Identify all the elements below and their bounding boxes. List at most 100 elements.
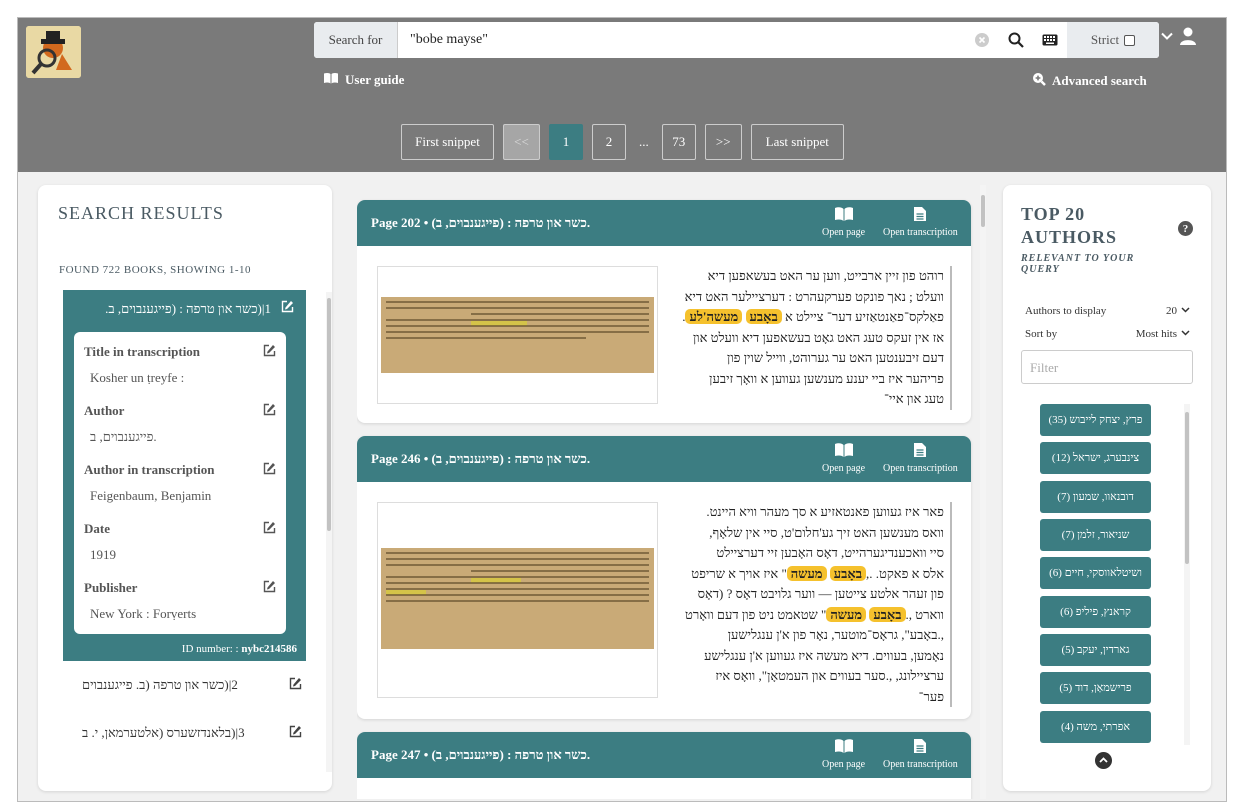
keyboard-icon[interactable] bbox=[1033, 22, 1067, 58]
author-chip[interactable]: קראנץ, פיליפ (6) bbox=[1040, 596, 1151, 628]
snippet-text-run: " שטאמט ניט פון דעם וואָרט bbox=[684, 606, 827, 622]
field-label: Author in transcription bbox=[84, 462, 215, 477]
result-details: Title in transcription Kosher un ṭreyfe … bbox=[74, 332, 286, 634]
last-snippet-button[interactable]: Last snippet bbox=[750, 124, 844, 160]
search-input[interactable] bbox=[398, 25, 965, 55]
author-chip[interactable]: פרץ, יצחק לייבוש (35) bbox=[1040, 404, 1151, 436]
first-snippet-button[interactable]: First snippet bbox=[401, 124, 494, 160]
strict-checkbox[interactable] bbox=[1124, 34, 1136, 46]
author-chip[interactable]: ושיטלאווסקי, חיים (6) bbox=[1040, 557, 1151, 589]
snippets-scrollbar[interactable] bbox=[980, 185, 986, 799]
field-title-transcription: Title in transcription Kosher un ṭreyfe … bbox=[84, 336, 276, 395]
result-item[interactable]: 2|(כשר און טרפה (ב. פייגענבוים bbox=[74, 665, 302, 705]
next-page-button[interactable]: >> bbox=[704, 124, 742, 160]
user-guide-link[interactable]: User guide bbox=[323, 72, 404, 88]
open-page-button[interactable]: Open page bbox=[822, 442, 865, 474]
clear-icon[interactable] bbox=[965, 22, 999, 58]
pagination-ellipsis: ... bbox=[639, 134, 649, 149]
open-transcription-button[interactable]: Open transcription bbox=[883, 442, 958, 474]
result-item-active[interactable]: 1|(כשר און טרפה : (פייגענבוים, ב. Title … bbox=[63, 290, 306, 661]
page-scan-image[interactable] bbox=[377, 266, 658, 404]
scrollbar-thumb[interactable] bbox=[327, 298, 331, 531]
snippet-text-run: פריהער איז ביי יענע מענשען געווען א וואָ… bbox=[709, 370, 944, 386]
author-chip[interactable]: דובנאוו, שמעון (7) bbox=[1040, 481, 1151, 513]
author-chip[interactable]: פרישמאַן, דוד (5) bbox=[1040, 672, 1151, 704]
edit-icon[interactable] bbox=[281, 300, 294, 317]
results-scrollbar[interactable] bbox=[326, 292, 332, 772]
snippet-line: אלס א פאקט. .,באָבע מעשה" איז אויך א שרי… bbox=[660, 564, 944, 585]
logo[interactable] bbox=[26, 26, 81, 78]
snippet-line: פער־ bbox=[660, 687, 944, 708]
search-icon[interactable] bbox=[999, 22, 1033, 58]
snippet-text-run: דעם זיבענטען האט ער גערוהט, ווייל שוין פ… bbox=[727, 350, 944, 365]
field-date: Date 1919 bbox=[84, 513, 276, 572]
snippet-text-run: ווארט ,. bbox=[905, 606, 944, 622]
snippet-text-run: ערציילונג, ,.סער בעווים און העמטאָן", וו… bbox=[715, 668, 944, 683]
edit-icon[interactable] bbox=[263, 580, 276, 598]
author-chip[interactable]: גארדין, יעקב (5) bbox=[1040, 634, 1151, 666]
scroll-up-icon[interactable] bbox=[1095, 752, 1112, 769]
user-icon[interactable] bbox=[1178, 26, 1198, 51]
snippet-line: טעג און איי־ bbox=[660, 389, 944, 410]
snippet-card: Page 247 • (כשר און טרפה : (פייגענבוים, … bbox=[357, 732, 971, 799]
sort-label: Sort by bbox=[1025, 328, 1058, 340]
scrollbar-thumb[interactable] bbox=[1185, 412, 1189, 564]
snippet-header: Page 202 • (כשר און טרפה : (פייגענבוים, … bbox=[357, 200, 971, 246]
snippet-text-run: פאר איז געווען פאנטאזיע א סך מעהר וויא ה… bbox=[706, 504, 944, 519]
snippet-line: פאר איז געווען פאנטאזיע א סך מעהר וויא ה… bbox=[660, 502, 944, 523]
snippet-title: Page 246 • (כשר און טרפה : (פייגענבוים, … bbox=[371, 451, 591, 466]
open-transcription-button[interactable]: Open transcription bbox=[883, 206, 958, 238]
author-chip[interactable]: שניאור, זלמן (7) bbox=[1040, 519, 1151, 551]
book-open-icon bbox=[834, 206, 854, 225]
snippet-text-run: פער־ bbox=[918, 688, 944, 704]
chevron-down-icon[interactable] bbox=[1160, 29, 1174, 48]
field-publisher: Publisher New York : Forṿerts bbox=[84, 572, 276, 631]
edit-icon[interactable] bbox=[263, 344, 276, 362]
search-bar: Search for Strict bbox=[314, 22, 1159, 58]
snippet-text-run: ,.באָבע", גראָס־מוטער, נאָר פון א'ן ענגל… bbox=[727, 627, 944, 642]
result-item[interactable]: 3|(בלאנדזשערס (אלטערמאן, י. ב bbox=[74, 713, 302, 753]
author-chip[interactable]: אפרתי, משה (4) bbox=[1040, 711, 1151, 743]
top-authors-heading: TOP 20 AUTHORS bbox=[1021, 204, 1118, 247]
page-scan-image[interactable] bbox=[377, 502, 658, 698]
page-1-button[interactable]: 1 bbox=[549, 124, 583, 160]
edit-icon[interactable] bbox=[263, 462, 276, 480]
strict-toggle[interactable]: Strict bbox=[1067, 22, 1159, 58]
snippet-text-run: נאָמען, בעווים. דיא מעשה איז געווען א'ן … bbox=[704, 647, 944, 663]
open-page-button[interactable]: Open page bbox=[822, 738, 865, 770]
field-value: 1919 bbox=[90, 547, 116, 562]
authors-display-control: Authors to display 20 bbox=[1025, 305, 1190, 317]
document-icon bbox=[913, 442, 927, 461]
advanced-search-link[interactable]: Advanced search bbox=[1032, 72, 1147, 90]
result-title-row: 1|(כשר און טרפה : (פייגענבוים, ב. bbox=[105, 300, 294, 317]
prev-page-button[interactable]: << bbox=[503, 124, 540, 160]
edit-icon[interactable] bbox=[263, 403, 276, 421]
snippet-text: רוהט פון זיין ארבייט, ווען ער האט בעשאפע… bbox=[660, 266, 952, 410]
edit-icon[interactable] bbox=[263, 521, 276, 539]
snippets-column: Page 202 • (כשר און טרפה : (פייגענבוים, … bbox=[357, 185, 975, 799]
scrollbar-thumb[interactable] bbox=[981, 195, 985, 227]
snippet-line: רוהט פון זיין ארבייט, ווען ער האט בעשאפע… bbox=[660, 266, 944, 287]
author-filter-input[interactable]: Filter bbox=[1021, 350, 1193, 384]
result-title: 1|(כשר און טרפה : (פייגענבוים, ב. bbox=[105, 300, 271, 316]
help-icon[interactable]: ? bbox=[1178, 221, 1193, 236]
snippet-line: ,.באָבע", גראָס־מוטער, נאָר פון א'ן ענגל… bbox=[660, 625, 944, 646]
result-title: 2|(כשר און טרפה (ב. פייגענבוים bbox=[82, 677, 238, 692]
scan-thumbnail bbox=[381, 548, 654, 649]
edit-icon[interactable] bbox=[289, 725, 302, 742]
open-transcription-button[interactable]: Open transcription bbox=[883, 738, 958, 770]
open-page-label: Open page bbox=[822, 227, 866, 238]
open-page-button[interactable]: Open page bbox=[822, 206, 865, 238]
page-73-button[interactable]: 73 bbox=[661, 124, 696, 160]
book-open-icon bbox=[834, 442, 854, 461]
header-tools bbox=[1160, 26, 1198, 51]
author-chip[interactable]: צינבערג, ישראל (12) bbox=[1040, 442, 1151, 474]
page-2-button[interactable]: 2 bbox=[592, 124, 626, 160]
field-label: Date bbox=[84, 521, 110, 536]
display-select[interactable]: 20 bbox=[1166, 305, 1190, 317]
sort-select[interactable]: Most hits bbox=[1136, 328, 1190, 340]
snippet-text-run: וואס מענשען האט זיך גע'חלום'ט, סיי אין ש… bbox=[709, 524, 944, 540]
search-match: באָבע bbox=[745, 309, 782, 324]
authors-scrollbar[interactable] bbox=[1184, 404, 1190, 745]
edit-icon[interactable] bbox=[289, 677, 302, 694]
